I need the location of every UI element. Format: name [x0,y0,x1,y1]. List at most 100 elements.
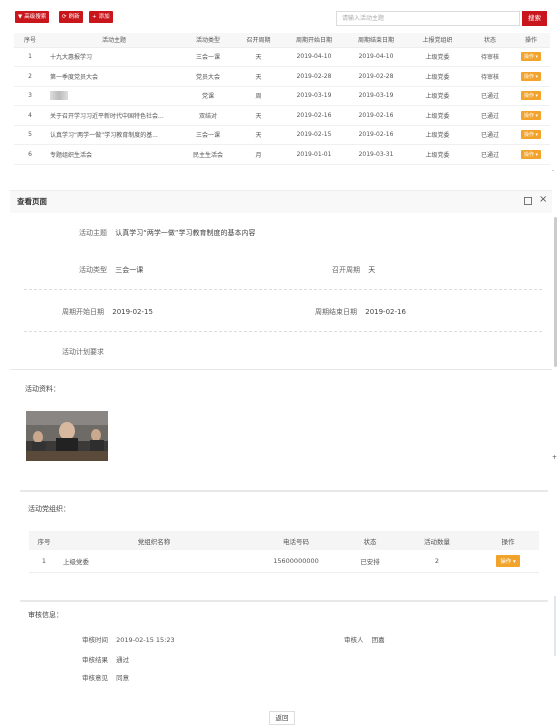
table-header-row: 序号 活动主题 活动类型 召开周期 周期开始日期 周期结束日期 上报党组织 状态… [14,33,550,48]
cycle-value: 天 [368,266,376,274]
row-no: 1 [14,47,46,67]
row-status: 已通过 [468,125,512,145]
operation-button[interactable]: 操作 ▾ [520,91,542,101]
header-type: 活动类型 [182,33,234,48]
org-operation-button[interactable]: 操作 ▾ [496,554,520,567]
row-start: 2019-02-28 [283,66,345,87]
row-topic: 专题组织生活会 [46,144,182,165]
row-topic: 关于召开学习习近平新时代中国特色社会... [46,105,182,126]
operation-button[interactable]: 操作 ▾ [520,110,542,120]
divider [10,369,552,370]
review-time-field: 审核时间 2019-02-15 15:23 [82,634,175,644]
header-no: 序号 [14,33,46,48]
search-button[interactable]: 搜索 [522,11,547,26]
topic-field: 活动主题 认真学习“两学一做”学习教育制度的基本内容 [79,228,256,238]
table-row[interactable]: 3 党课 周 2019-03-19 2019-03-19 上级党委 已通过 操作… [14,86,550,106]
materials-label: 活动资料： [25,385,60,393]
row-start: 2019-03-19 [283,86,345,106]
activity-photo[interactable] [26,411,108,461]
row-type: 三会一课 [182,125,234,145]
row-end: 2019-03-19 [345,86,407,106]
row-topic: 认真学习“两学一做”学习教育制度的基... [46,125,182,145]
row-org: 上级党委 [407,105,468,126]
header-op: 操作 [512,33,550,48]
operation-button[interactable]: 操作 ▾ [520,71,542,81]
divider [24,331,542,332]
dialog-title: 查看页面 [17,197,47,206]
add-button[interactable]: + 添加 [89,11,113,23]
review-opinion-label: 审核意见 [82,674,108,682]
row-org: 上级党委 [407,86,468,106]
maximize-icon[interactable] [524,197,532,205]
close-icon[interactable]: × [539,194,547,205]
row-cycle: 天 [234,66,283,87]
divider [20,600,548,602]
row-start: 2019-02-16 [283,105,345,126]
activity-table: 序号 活动主题 活动类型 召开周期 周期开始日期 周期结束日期 上报党组织 状态… [14,33,550,165]
row-topic: 第一季度党员大会 [46,66,182,87]
header-status: 状态 [468,33,512,48]
org-header-status: 状态 [343,531,397,550]
row-no: 5 [14,125,46,145]
header-org: 上报党组织 [407,33,468,48]
row-type: 党员大会 [182,66,234,87]
row-org: 上级党委 [407,125,468,145]
cycle-field: 召开周期 天 [332,265,375,275]
filter-icon: ▼ [18,14,23,20]
org-table-row[interactable]: 1 上级党委 15600000000 已安排 2 操作 ▾ [29,550,539,573]
org-table: 序号 党组织名称 电话号码 状态 活动数量 操作 1 上级党委 15600000… [29,531,539,573]
row-status: 已通过 [468,86,512,106]
operation-button[interactable]: 操作 ▾ [520,130,542,140]
org-row-no: 1 [29,550,59,573]
back-button[interactable]: 返回 [269,711,295,725]
plan-label: 活动计划要求 [62,348,104,356]
row-status: 已通过 [468,144,512,165]
org-header-row: 序号 党组织名称 电话号码 状态 活动数量 操作 [29,531,539,550]
table-row[interactable]: 6 专题组织生活会 民主生活会 月 2019-01-01 2019-03-31 … [14,144,550,165]
row-end: 2019-04-10 [345,47,407,67]
row-no: 4 [14,105,46,126]
dialog-scrollbar[interactable] [554,217,557,367]
row-no: 3 [14,86,46,106]
photo-image [26,411,108,461]
row-status: 待审核 [468,47,512,67]
scroll-marker: + [552,454,558,461]
row-start: 2019-01-01 [283,144,345,165]
plan-field: 活动计划要求 [62,347,104,357]
end-date-field: 周期结束日期 2019-02-16 [315,307,406,317]
type-label: 活动类型 [79,266,107,274]
blurred-topic [50,91,68,101]
search-input[interactable]: 请输入活动主题 [336,11,520,26]
row-cycle: 天 [234,105,283,126]
activity-list-panel: ▼ 高级搜索 ⟳ 刷新 + 添加 请输入活动主题 搜索 序号 活动主题 活动类型 召开… [14,6,550,174]
org-row-status: 已安排 [343,550,397,573]
end-date-label: 周期结束日期 [315,308,357,316]
review-opinion-value: 同意 [116,674,130,682]
review-opinion-field: 审核意见 同意 [82,672,129,682]
table-row[interactable]: 5 认真学习“两学一做”学习教育制度的基... 三会一课 天 2019-02-1… [14,125,550,145]
row-cycle: 周 [234,86,283,106]
row-status: 待审核 [468,66,512,87]
advanced-search-button[interactable]: ▼ 高级搜索 [15,11,50,23]
page-scrollbar[interactable] [554,596,556,656]
table-row[interactable]: 2 第一季度党员大会 党员大会 天 2019-02-28 2019-02-28 … [14,66,550,87]
table-row[interactable]: 4 关于召开学习习近平新时代中国特色社会... 双结对 天 2019-02-16… [14,105,550,126]
operation-button[interactable]: 操作 ▾ [520,52,542,62]
org-header-count: 活动数量 [397,531,477,550]
refresh-button[interactable]: ⟳ 刷新 [59,11,83,23]
org-row-name: 上级党委 [59,550,249,573]
topic-label: 活动主题 [79,229,107,237]
start-date-label: 周期开始日期 [62,308,104,316]
row-type: 三会一课 [182,47,234,67]
review-time-label: 审核时间 [82,636,108,644]
review-result-value: 通过 [116,656,130,664]
operation-button[interactable]: 操作 ▾ [520,149,542,159]
reviewer-label: 审核人 [344,636,364,644]
header-cycle: 召开周期 [234,33,283,48]
row-cycle: 天 [234,47,283,67]
row-topic: 十九大惠报学习 [46,47,182,67]
review-result-field: 审核结果 通过 [82,654,129,664]
start-date-value: 2019-02-15 [112,308,153,316]
table-row[interactable]: 1 十九大惠报学习 三会一课 天 2019-04-10 2019-04-10 上… [14,47,550,67]
row-no: 2 [14,66,46,87]
